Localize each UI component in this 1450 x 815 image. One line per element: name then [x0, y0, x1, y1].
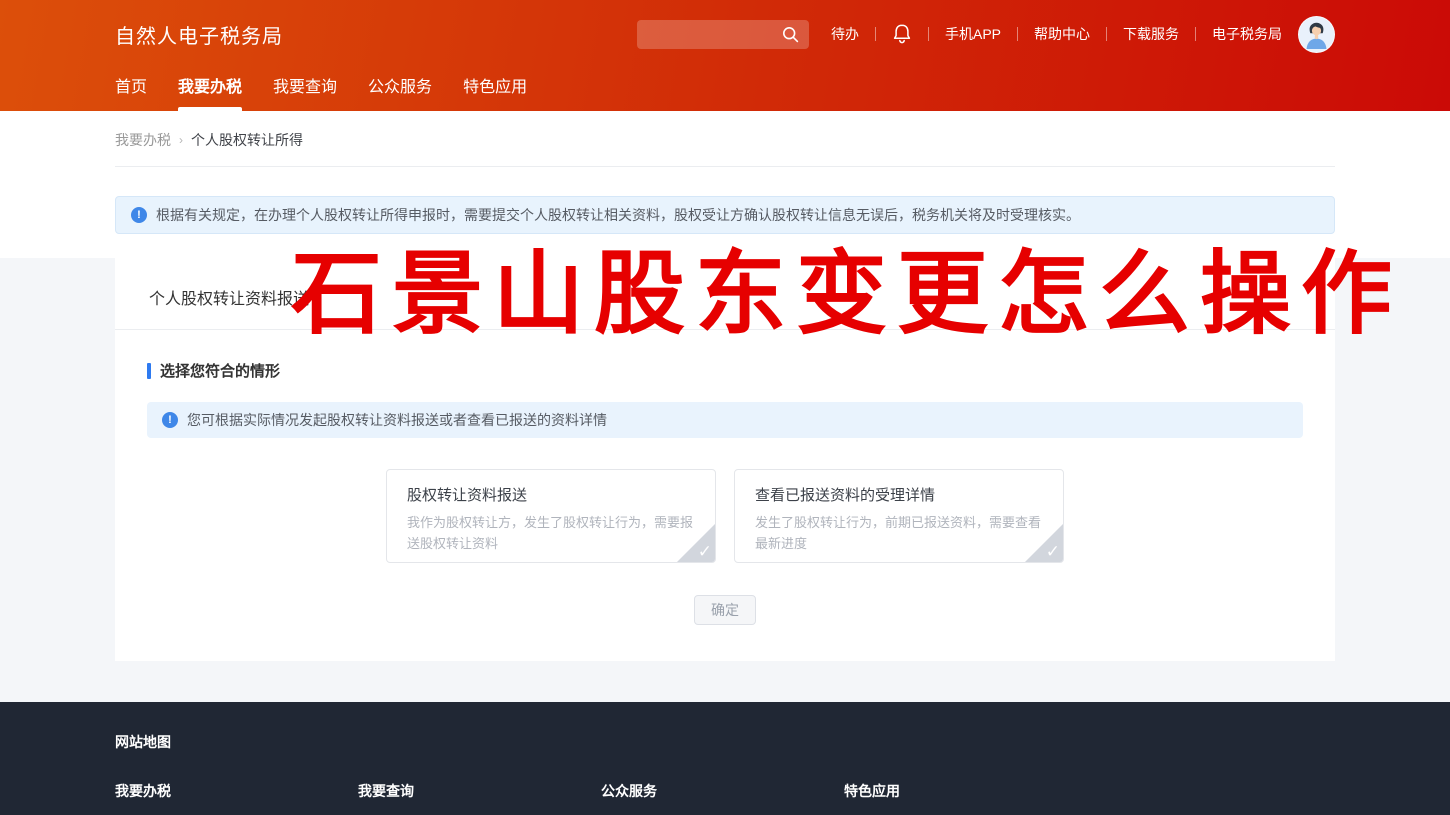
footer-col-featured-apps: 特色应用 — [844, 781, 1087, 815]
option-card-view-progress[interactable]: 查看已报送资料的受理详情 发生了股权转让行为，前期已报送资料，需要查看最新进度 … — [734, 469, 1064, 563]
header-divider — [927, 27, 929, 41]
sitemap-columns: 我要办税 专项附加扣除填报 我要查询 申报信息查询 公众服务 票证查验 特色应用 — [115, 781, 1335, 815]
sitemap-title: 网站地图 — [115, 734, 171, 750]
notice-banner: ! 根据有关规定，在办理个人股权转让所得申报时，需要提交个人股权转让相关资料，股… — [115, 196, 1335, 234]
info-icon: ! — [162, 412, 178, 428]
section-accent-bar — [147, 362, 151, 379]
etax-bureau-link[interactable]: 电子税务局 — [1212, 24, 1282, 44]
header-divider — [1017, 27, 1018, 41]
section-label: 选择您符合的情形 — [147, 360, 1303, 381]
option-card-submit-materials[interactable]: 股权转让资料报送 我作为股权转让方，发生了股权转让行为，需要报送股权转让资料 ✓ — [386, 469, 716, 563]
footer-col-query: 我要查询 申报信息查询 — [358, 781, 601, 815]
nav-item-public-service[interactable]: 公众服务 — [368, 68, 432, 111]
breadcrumb-separator-icon: › — [179, 133, 183, 147]
page-body: 个人股权转让资料报送 选择您符合的情形 ! 您可根据实际情况发起股权转让资料报送… — [0, 258, 1450, 702]
option-description: 发生了股权转让行为，前期已报送资料，需要查看最新进度 — [755, 515, 1042, 552]
option-description: 我作为股权转让方，发生了股权转让行为，需要报送股权转让资料 — [407, 515, 694, 552]
user-avatar[interactable] — [1298, 15, 1335, 53]
header-top-bar: 自然人电子税务局 待办 手机APP 帮助中心 下载服务 电子税务局 — [115, 0, 1335, 68]
app-header: 自然人电子税务局 待办 手机APP 帮助中心 下载服务 电子税务局 首页 我要办… — [0, 0, 1450, 111]
footer-col-title: 我要办税 — [115, 783, 171, 799]
footer-col-tax-handling: 我要办税 专项附加扣除填报 — [115, 781, 358, 815]
nav-item-featured-apps[interactable]: 特色应用 — [463, 68, 527, 111]
footer-col-title: 公众服务 — [601, 783, 657, 799]
notification-bell-icon[interactable] — [892, 23, 912, 45]
corner-checkmark-icon: ✓ — [1025, 524, 1063, 562]
page-footer: 网站地图 我要办税 专项附加扣除填报 我要查询 申报信息查询 公众服务 票证查验… — [0, 702, 1450, 815]
header-right-group: 待办 手机APP 帮助中心 下载服务 电子税务局 — [636, 15, 1335, 53]
breadcrumb-parent[interactable]: 我要办税 — [115, 130, 171, 150]
main-card: 个人股权转让资料报送 选择您符合的情形 ! 您可根据实际情况发起股权转让资料报送… — [115, 258, 1335, 661]
card-title-divider — [115, 329, 1335, 330]
header-divider — [1106, 27, 1107, 41]
notice-text: 根据有关规定，在办理个人股权转让所得申报时，需要提交个人股权转让相关资料，股权受… — [156, 207, 1080, 223]
footer-col-title: 特色应用 — [844, 783, 900, 799]
info-icon: ! — [131, 207, 147, 223]
footer-col-title: 我要查询 — [358, 783, 414, 799]
nav-item-tax-handling[interactable]: 我要办税 — [178, 68, 243, 111]
hint-text: 您可根据实际情况发起股权转让资料报送或者查看已报送的资料详情 — [187, 412, 607, 428]
option-title: 股权转让资料报送 — [407, 487, 528, 504]
confirm-button[interactable]: 确定 — [694, 595, 756, 625]
main-nav: 首页 我要办税 我要查询 公众服务 特色应用 — [115, 68, 1335, 111]
header-divider — [874, 27, 876, 41]
todo-link[interactable]: 待办 — [831, 24, 859, 44]
brand-title: 自然人电子税务局 — [115, 25, 283, 48]
download-service-link[interactable]: 下载服务 — [1123, 24, 1179, 44]
search-icon[interactable] — [782, 26, 799, 43]
breadcrumb-section: 我要办税 › 个人股权转让所得 ! 根据有关规定，在办理个人股权转让所得申报时，… — [0, 111, 1450, 234]
nav-item-query[interactable]: 我要查询 — [273, 68, 337, 111]
options-row: 股权转让资料报送 我作为股权转让方，发生了股权转让行为，需要报送股权转让资料 ✓… — [147, 469, 1303, 563]
footer-col-public-service: 公众服务 票证查验 — [601, 781, 844, 815]
header-divider — [1195, 27, 1196, 41]
search-input[interactable] — [646, 26, 782, 42]
section-label-text: 选择您符合的情形 — [160, 363, 281, 380]
search-box[interactable] — [636, 19, 809, 49]
card-title: 个人股权转让资料报送 — [149, 291, 310, 308]
mobile-app-link[interactable]: 手机APP — [945, 24, 1001, 44]
nav-item-home[interactable]: 首页 — [115, 68, 147, 111]
breadcrumb: 我要办税 › 个人股权转让所得 — [115, 130, 1335, 166]
help-center-link[interactable]: 帮助中心 — [1034, 24, 1090, 44]
option-title: 查看已报送资料的受理详情 — [755, 487, 936, 504]
hint-banner: ! 您可根据实际情况发起股权转让资料报送或者查看已报送的资料详情 — [147, 402, 1303, 438]
corner-checkmark-icon: ✓ — [677, 524, 715, 562]
breadcrumb-divider — [115, 166, 1335, 167]
breadcrumb-current: 个人股权转让所得 — [191, 132, 303, 148]
